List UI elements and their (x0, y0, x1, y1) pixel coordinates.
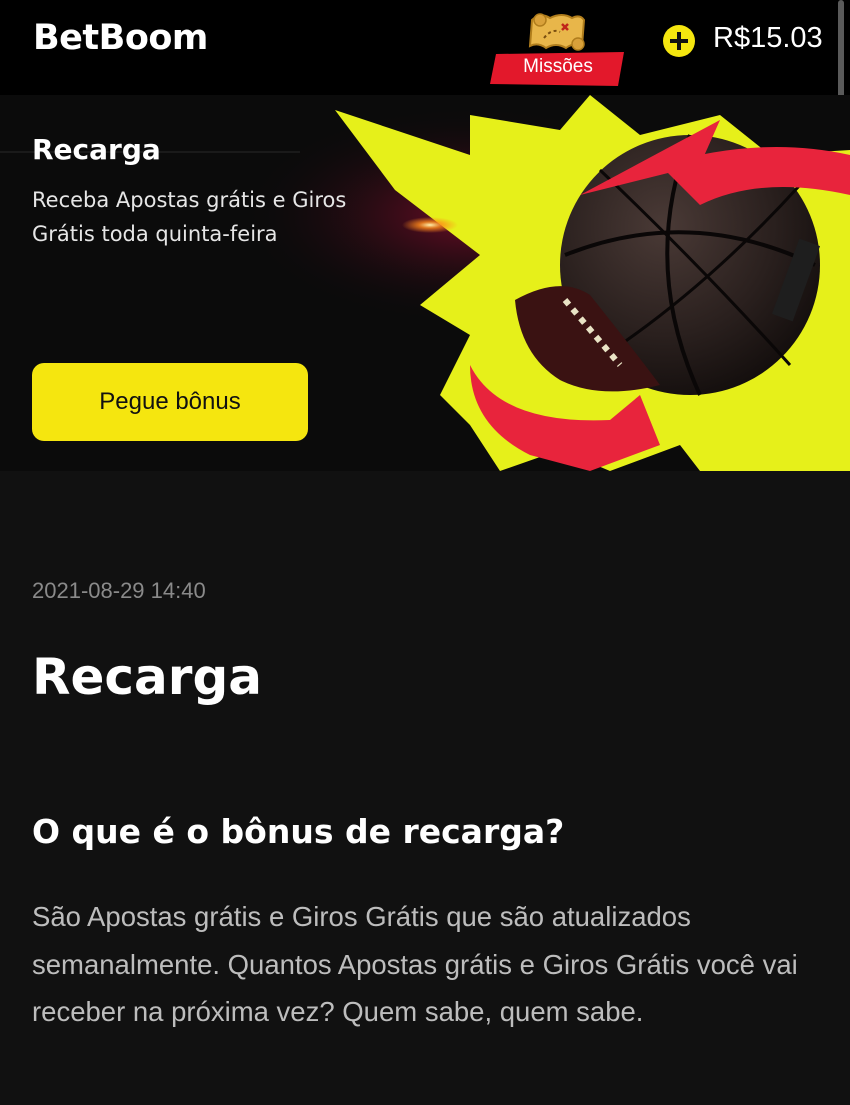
treasure-map-icon (528, 13, 586, 51)
missions-button[interactable]: Missões (490, 10, 626, 86)
missions-label: Missões (523, 56, 593, 77)
article-body: São Apostas grátis e Giros Grátis que sã… (32, 901, 798, 1027)
banner-title: Recarga (32, 133, 161, 166)
article-date: 2021-08-29 14:40 (32, 578, 206, 603)
promo-banner: Recarga Receba Apostas grátis e Giros Gr… (0, 95, 850, 471)
get-bonus-button[interactable]: Pegue bônus (32, 363, 308, 441)
article-heading: O que é o bônus de recarga? (32, 812, 565, 851)
brand-logo[interactable]: BetBoom (33, 18, 208, 58)
balance-amount[interactable]: R$15.03 (713, 22, 823, 55)
plus-icon (670, 32, 688, 50)
top-bar: BetBoom Missões R$15.03 (0, 0, 850, 95)
article-title: Recarga (32, 648, 262, 706)
deposit-button[interactable] (663, 25, 695, 57)
banner-subtitle: Receba Apostas grátis e Giros Grátis tod… (32, 188, 347, 246)
